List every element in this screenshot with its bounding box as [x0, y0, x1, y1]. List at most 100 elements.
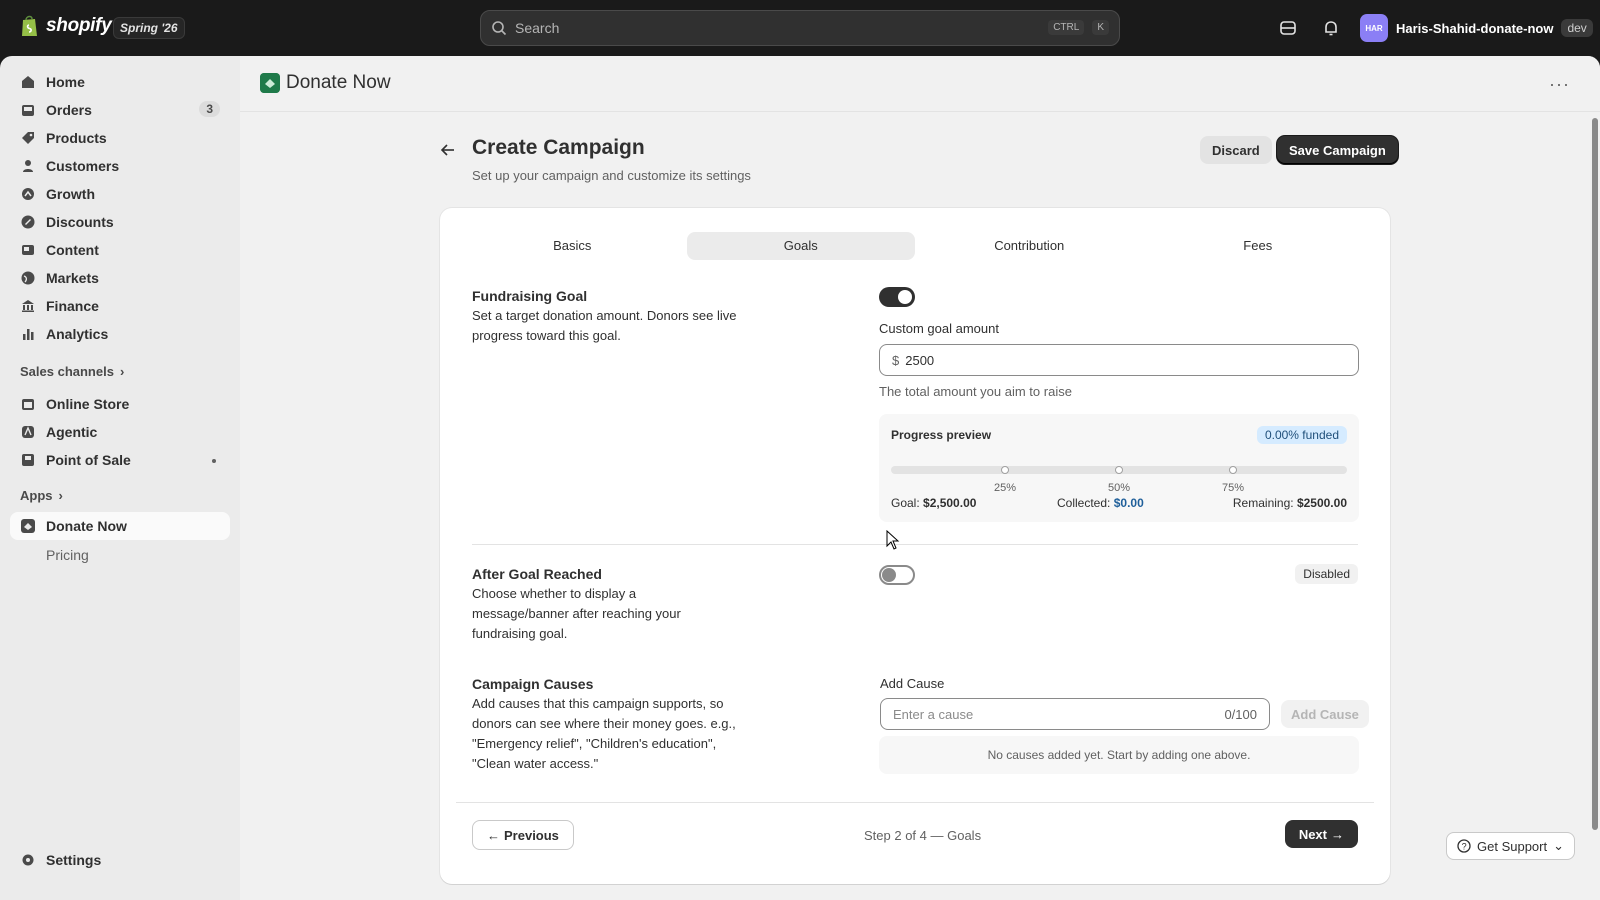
- products-icon: [22, 132, 34, 144]
- online-store-icon: [22, 399, 34, 410]
- after-goal-description: Choose whether to display a message/bann…: [472, 586, 681, 641]
- donate-now-app-icon: [21, 519, 35, 533]
- cause-input-placeholder: Enter a cause: [893, 706, 974, 722]
- sidebar: Home Orders 3 Products Customers Growth …: [0, 56, 240, 900]
- after-goal-toggle[interactable]: [879, 565, 915, 585]
- fundraising-goal-title: Fundraising Goal: [472, 288, 588, 304]
- bell-icon[interactable]: [1321, 18, 1341, 38]
- sidebar-item-label: Home: [46, 74, 85, 90]
- next-button[interactable]: Next →: [1284, 820, 1358, 848]
- back-arrow-icon[interactable]: [440, 142, 456, 158]
- arrow-right-icon: →: [1331, 826, 1344, 842]
- sidebar-item-customers[interactable]: Customers: [10, 152, 230, 180]
- tab-fees[interactable]: Fees: [1144, 232, 1373, 260]
- get-support-button[interactable]: ? Get Support ⌄: [1446, 832, 1576, 860]
- user-name: Haris-Shahid-donate-now: [1396, 20, 1554, 36]
- sidebar-item-growth[interactable]: Growth: [10, 180, 230, 208]
- user-menu[interactable]: HAR Haris-Shahid-donate-now dev: [1360, 14, 1593, 42]
- chevron-right-icon: ›: [58, 488, 63, 503]
- fundraising-goal-toggle[interactable]: [879, 287, 915, 307]
- more-actions-icon[interactable]: ···: [1549, 74, 1570, 95]
- collected-stat: Collected: $0.00: [1057, 496, 1144, 510]
- app-header: Donate Now ···: [240, 56, 1600, 112]
- cause-char-counter: 0/100: [1224, 707, 1257, 722]
- main-content: Donate Now ··· Create Campaign Set up yo…: [240, 56, 1600, 900]
- apps-heading[interactable]: Apps ›: [20, 488, 63, 503]
- tab-goals[interactable]: Goals: [686, 232, 915, 260]
- toggle-knob: [898, 290, 912, 304]
- top-bar: shopify Spring '26 Search CTRL K HAR Har…: [0, 0, 1600, 56]
- goal-help-text: The total amount you aim to raise: [879, 384, 1072, 399]
- sidebar-item-markets[interactable]: Markets: [10, 264, 230, 292]
- next-label: Next: [1298, 826, 1327, 842]
- help-circle-icon: ?: [1457, 839, 1471, 853]
- scrollbar[interactable]: [1592, 118, 1598, 830]
- search-icon: [492, 21, 507, 36]
- save-campaign-button[interactable]: Save Campaign: [1277, 136, 1398, 164]
- goal-stat: Goal: $2,500.00: [891, 496, 976, 510]
- discard-button[interactable]: Discard: [1200, 136, 1272, 164]
- tick-75: 75%: [1222, 482, 1245, 494]
- arrow-left-icon: ←: [487, 827, 500, 843]
- sidebar-item-label: Orders: [46, 102, 92, 118]
- sidebar-item-label: Point of Sale: [46, 452, 131, 468]
- sidebar-item-donate-now[interactable]: Donate Now: [10, 512, 230, 540]
- sidebar-item-analytics[interactable]: Analytics: [10, 320, 230, 348]
- footer-divider: [456, 802, 1374, 803]
- tick-25: 25%: [994, 482, 1017, 494]
- sidebar-item-online-store[interactable]: Online Store: [10, 390, 230, 418]
- content-icon: [22, 245, 34, 255]
- sidebar-item-finance[interactable]: Finance: [10, 292, 230, 320]
- campaign-form-card: Basics Goals Contribution Fees Fundraisi…: [440, 208, 1390, 884]
- milestone-25-marker: [1001, 466, 1009, 474]
- sidebar-item-point-of-sale[interactable]: Point of Sale: [10, 446, 230, 474]
- sidebar-item-settings[interactable]: Settings: [10, 846, 230, 874]
- sidebar-item-agentic[interactable]: Agentic: [10, 418, 230, 446]
- add-cause-button[interactable]: Add Cause: [1281, 700, 1369, 728]
- sidebar-item-pricing[interactable]: Pricing: [46, 547, 89, 563]
- campaign-causes-description: Add causes that this campaign supports, …: [472, 696, 736, 771]
- fundraising-goal-description: Set a target donation amount. Donors see…: [472, 308, 737, 343]
- goal-stat-value: $2,500.00: [923, 496, 977, 510]
- tab-contribution[interactable]: Contribution: [915, 232, 1144, 260]
- previous-button[interactable]: ← Previous: [472, 820, 574, 850]
- add-cause-label: Add Cause: [880, 676, 945, 691]
- svg-text:?: ?: [1462, 842, 1467, 852]
- shopify-logo[interactable]: shopify: [20, 14, 112, 38]
- goal-stat-label: Goal:: [891, 496, 920, 510]
- sidebar-item-discounts[interactable]: Discounts: [10, 208, 230, 236]
- markets-icon: [21, 271, 35, 285]
- mouse-cursor-icon: [886, 530, 900, 550]
- previous-label: Previous: [504, 827, 559, 843]
- page-title: Create Campaign: [472, 136, 645, 159]
- collected-stat-label: Collected:: [1057, 496, 1111, 510]
- sales-channels-heading[interactable]: Sales channels ›: [20, 364, 124, 379]
- inbox-icon[interactable]: [1278, 18, 1298, 38]
- campaign-causes-title: Campaign Causes: [472, 676, 594, 692]
- sales-channels-label: Sales channels: [20, 364, 114, 379]
- cause-input[interactable]: Enter a cause 0/100: [880, 698, 1270, 730]
- sidebar-item-orders[interactable]: Orders 3: [10, 96, 230, 124]
- sidebar-item-label: Content: [46, 242, 99, 258]
- goal-amount-value: 2500: [905, 352, 935, 368]
- section-divider: [472, 544, 1358, 545]
- sidebar-item-label: Growth: [46, 186, 95, 202]
- edition-badge: Spring '26: [113, 17, 185, 39]
- sidebar-item-home[interactable]: Home: [10, 68, 230, 96]
- progress-preview: Progress preview 0.00% funded 25% 50% 75…: [879, 414, 1359, 522]
- search-bar[interactable]: Search CTRL K: [480, 10, 1120, 46]
- search-placeholder: Search: [515, 20, 560, 36]
- after-goal-status-badge: Disabled: [1295, 564, 1358, 584]
- remaining-stat-value: $2500.00: [1296, 496, 1347, 510]
- step-tabs: Basics Goals Contribution Fees: [458, 232, 1372, 260]
- app-title-text: Donate Now: [286, 72, 391, 93]
- apps-label: Apps: [20, 488, 53, 503]
- tick-50: 50%: [1108, 482, 1131, 494]
- tab-basics[interactable]: Basics: [458, 232, 687, 260]
- pos-status-dot: [212, 459, 216, 463]
- sidebar-item-products[interactable]: Products: [10, 124, 230, 152]
- sidebar-item-content[interactable]: Content: [10, 236, 230, 264]
- home-icon: [22, 76, 34, 88]
- sidebar-item-label: Products: [46, 130, 107, 146]
- goal-amount-input[interactable]: $ 2500: [879, 344, 1359, 376]
